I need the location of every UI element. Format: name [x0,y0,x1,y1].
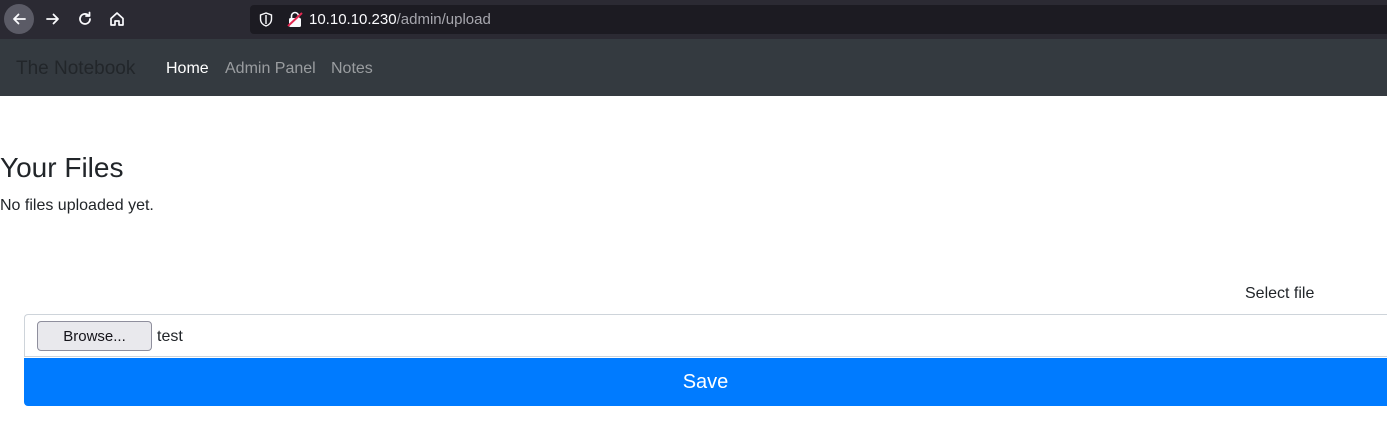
nav-link-admin-panel[interactable]: Admin Panel [225,60,316,78]
select-file-label: Select file [1245,285,1315,302]
arrow-right-icon [46,13,59,25]
arrow-left-icon [13,13,26,25]
url-path: /admin/upload [396,11,491,28]
save-button-label: Save [682,370,729,393]
browser-toolbar: 10.10.10.230/admin/upload [0,0,1387,39]
file-input[interactable]: Browse... test [24,314,1387,357]
selected-file-name: test [157,328,183,345]
forward-button[interactable] [38,4,68,34]
browse-button[interactable]: Browse... [37,321,152,351]
nav-link-notes[interactable]: Notes [331,60,373,78]
reload-button[interactable] [70,4,100,34]
site-navbar: The Notebook Home Admin Panel Notes [0,39,1387,96]
nav-link-home[interactable]: Home [166,60,209,78]
save-button[interactable]: Save [24,358,1387,406]
home-icon [110,12,124,26]
url-text: 10.10.10.230/admin/upload [309,11,491,28]
url-host: 10.10.10.230 [309,11,397,28]
empty-files-message: No files uploaded yet. [0,197,154,214]
navbar-brand[interactable]: The Notebook [16,58,135,80]
back-button[interactable] [4,4,34,34]
home-button[interactable] [102,4,132,34]
address-bar[interactable]: 10.10.10.230/admin/upload [250,5,1387,34]
reload-icon [79,11,91,25]
insecure-lock-icon [287,11,303,27]
page-title: Your Files [0,152,124,183]
shield-icon [259,12,273,27]
